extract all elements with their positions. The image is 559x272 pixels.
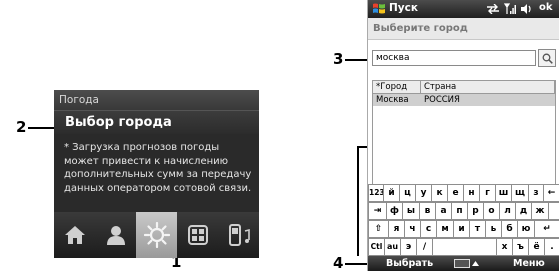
tab-home[interactable] <box>54 212 95 258</box>
row-city-cell: Москва <box>373 94 421 106</box>
key[interactable]: ч <box>404 220 420 238</box>
key[interactable]: / <box>416 238 432 256</box>
weather-plugin-panel: Погода Выбор города * Загрузка прогнозов… <box>54 90 259 258</box>
row-country-cell: РОССИЯ <box>421 94 555 106</box>
key-blank[interactable] <box>548 202 559 220</box>
phone-music-icon <box>228 224 250 246</box>
key[interactable]: д <box>515 202 531 220</box>
onscreen-keyboard: 123 й ц у к е н г ш щ з ← ⇥ ф ы в а п р … <box>368 184 559 256</box>
key[interactable]: о <box>483 202 499 220</box>
tab-weather[interactable] <box>136 212 177 258</box>
key[interactable]: г <box>479 184 495 202</box>
key[interactable]: и <box>453 220 469 238</box>
windows-start-icon[interactable] <box>372 2 386 16</box>
callout-line-2 <box>28 127 54 129</box>
key[interactable]: т <box>469 220 485 238</box>
tab-phone-music[interactable] <box>218 212 259 258</box>
key-shift[interactable]: ⇧ <box>368 220 388 238</box>
key[interactable]: м <box>436 220 453 238</box>
weather-header: Погода <box>54 90 259 110</box>
key[interactable]: й <box>383 184 399 202</box>
select-softkey[interactable]: Выбрать <box>386 256 433 271</box>
tab-programs[interactable] <box>177 212 218 258</box>
key-au[interactable]: au <box>384 238 400 256</box>
key[interactable]: з <box>528 184 543 202</box>
person-icon <box>106 226 125 245</box>
key[interactable]: н <box>463 184 479 202</box>
key[interactable]: ы <box>402 202 419 220</box>
pda-screen: Пуск ok Выберите город москва *Город Стр… <box>367 0 559 271</box>
ok-button[interactable]: ok <box>539 2 553 13</box>
connectivity-arrows-icon[interactable] <box>486 4 500 14</box>
key[interactable]: ф <box>386 202 402 220</box>
key[interactable]: ё <box>528 238 544 256</box>
key[interactable]: с <box>420 220 436 238</box>
key[interactable]: л <box>499 202 515 220</box>
key[interactable]: ж <box>531 202 548 220</box>
column-header-country[interactable]: Страна <box>421 81 555 94</box>
key[interactable]: е <box>447 184 463 202</box>
key-ctl[interactable]: Ctl <box>368 238 384 256</box>
key[interactable]: ц <box>399 184 415 202</box>
key[interactable]: а <box>435 202 451 220</box>
home-icon <box>64 226 85 244</box>
key[interactable]: ш <box>495 184 511 202</box>
weather-sun-icon <box>143 222 170 248</box>
select-city-title[interactable]: Выбор города <box>54 110 259 134</box>
key[interactable]: я <box>388 220 404 238</box>
signal-icon[interactable] <box>504 3 516 15</box>
search-icon <box>542 53 553 64</box>
data-charges-note: * Загрузка прогнозов погоды может привес… <box>64 142 252 194</box>
key-space[interactable] <box>432 238 496 256</box>
status-bar: Пуск ok <box>368 0 559 18</box>
key[interactable]: ь <box>485 220 501 238</box>
city-search-input[interactable]: москва <box>372 50 536 66</box>
key[interactable]: х <box>496 238 512 256</box>
volume-icon[interactable] <box>520 3 533 15</box>
key-enter[interactable]: ↵ <box>534 220 559 238</box>
menu-softkey[interactable]: Меню <box>513 256 545 271</box>
key-tab[interactable]: ⇥ <box>368 202 386 220</box>
callout-bracket-4 <box>357 146 359 256</box>
key[interactable]: ъ <box>512 238 528 256</box>
start-label[interactable]: Пуск <box>389 2 418 14</box>
key[interactable]: в <box>419 202 435 220</box>
select-city-header: Выберите город <box>368 18 559 40</box>
key[interactable]: . <box>544 238 559 256</box>
search-button[interactable] <box>538 49 556 67</box>
tab-people[interactable] <box>95 212 136 258</box>
key[interactable]: к <box>431 184 447 202</box>
key-123[interactable]: 123 <box>368 184 385 202</box>
callout-number-4: 4 <box>333 254 344 272</box>
keyboard-toggle-icon[interactable] <box>454 259 470 268</box>
programs-grid-icon <box>187 225 208 245</box>
home-tab-bar <box>54 212 259 258</box>
column-header-city[interactable]: *Город <box>373 81 421 94</box>
soft-key-bar: Выбрать Меню <box>368 256 559 271</box>
key[interactable]: б <box>501 220 517 238</box>
key-backspace[interactable]: ← <box>543 184 559 202</box>
input-menu-arrow-icon[interactable] <box>472 261 479 266</box>
key[interactable]: р <box>467 202 483 220</box>
key[interactable]: п <box>451 202 467 220</box>
callout-number-3: 3 <box>333 50 344 68</box>
callout-number-2: 2 <box>16 118 27 136</box>
key[interactable]: щ <box>511 184 528 202</box>
key[interactable]: э <box>400 238 416 256</box>
key[interactable]: ю <box>517 220 534 238</box>
key[interactable]: у <box>415 184 431 202</box>
